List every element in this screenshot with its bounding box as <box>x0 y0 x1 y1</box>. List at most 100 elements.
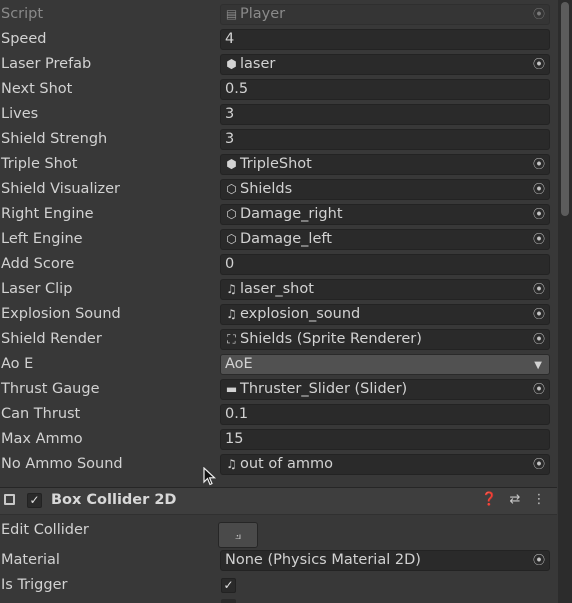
material-field[interactable]: None (Physics Material 2D) ⦿ <box>220 550 550 571</box>
value-input[interactable]: 3 <box>220 104 550 125</box>
field-label: Max Ammo <box>1 431 83 447</box>
field-value: 4 <box>225 31 235 47</box>
field-value: AoE <box>225 356 253 372</box>
object-field[interactable]: ⬡ Damage_right ⦿ <box>220 204 550 225</box>
object-picker-icon[interactable]: ⦿ <box>532 157 546 171</box>
field-value: Thruster_Slider (Slider) <box>240 381 408 397</box>
enum-dropdown[interactable]: AoE ▼ <box>220 354 550 375</box>
object-field[interactable]: ⬡ Damage_left ⦿ <box>220 229 550 250</box>
is-trigger-checkbox[interactable]: ✓ <box>221 578 236 593</box>
field-value: Damage_right <box>240 206 343 222</box>
field-row-right-engine: Right Engine ⬡ Damage_right ⦿ <box>0 202 556 227</box>
field-row-thrust-gauge: Thrust Gauge ▬ Thruster_Slider (Slider) ⦿ <box>0 377 556 402</box>
field-label: Shield Visualizer <box>1 181 120 197</box>
field-label: Ao E <box>1 356 34 372</box>
gameobject-icon: ⬡ <box>226 232 237 246</box>
is-trigger-label: Is Trigger <box>1 577 68 593</box>
object-picker-icon[interactable]: ⦿ <box>532 182 546 196</box>
gameobject-icon: ⬡ <box>226 182 237 196</box>
field-row-shield-render: Shield Render ⛶ Shields (Sprite Renderer) ⦿ <box>0 327 556 352</box>
field-value: explosion_sound <box>240 306 361 322</box>
object-picker-icon[interactable]: ⦿ <box>532 282 546 296</box>
field-label: Right Engine <box>1 206 94 222</box>
object-field[interactable]: ⛶ Shields (Sprite Renderer) ⦿ <box>220 329 550 350</box>
audio-clip-icon: ♫ <box>226 307 237 321</box>
object-picker-icon[interactable]: ⦿ <box>532 307 546 321</box>
object-picker-icon[interactable]: ⦿ <box>532 382 546 396</box>
edit-collider-row: Edit Collider <box>0 518 556 543</box>
field-row-ao-e: Ao E AoE ▼ <box>0 352 556 377</box>
object-field[interactable]: ♫ laser_shot ⦿ <box>220 279 550 300</box>
field-value: TripleShot <box>240 156 312 172</box>
value-input[interactable]: 0.5 <box>220 79 550 100</box>
field-row-lives: Lives 3 <box>0 102 556 127</box>
object-field[interactable]: ▬ Thruster_Slider (Slider) ⦿ <box>220 379 550 400</box>
value-input[interactable]: 0.1 <box>220 404 550 425</box>
field-value: 0.1 <box>225 406 249 422</box>
edit-collider-icon: ⟓ <box>234 527 242 543</box>
edit-collider-button[interactable]: ⟓ <box>218 522 258 548</box>
value-input[interactable]: 4 <box>220 29 550 50</box>
object-field[interactable]: ⬢ laser ⦿ <box>220 54 550 75</box>
field-label: Can Thrust <box>1 406 81 422</box>
material-row: Material None (Physics Material 2D) ⦿ <box>0 548 556 573</box>
sprite-renderer-icon: ⛶ <box>227 332 236 346</box>
is-trigger-row: Is Trigger ✓ <box>0 573 556 598</box>
value-input[interactable]: 15 <box>220 429 550 450</box>
field-value: 0.5 <box>225 81 249 97</box>
value-input[interactable]: 3 <box>220 129 550 150</box>
field-label: Thrust Gauge <box>1 381 100 397</box>
field-row-triple-shot: Triple Shot ⬢ TripleShot ⦿ <box>0 152 556 177</box>
object-picker-icon[interactable]: ⦿ <box>532 332 546 346</box>
field-row-script: Script ▤ Player ⦿ <box>0 2 556 27</box>
object-picker-icon[interactable]: ⦿ <box>532 457 546 471</box>
field-label: Shield Render <box>1 331 102 347</box>
field-row-speed: Speed 4 <box>0 27 556 52</box>
object-field[interactable]: ♫ out of ammo ⦿ <box>220 454 550 475</box>
field-value: laser_shot <box>240 281 314 297</box>
field-row-next-shot: Next Shot 0.5 <box>0 77 556 102</box>
field-value: 3 <box>225 106 235 122</box>
field-value: 15 <box>225 431 244 447</box>
material-label: Material <box>1 552 60 568</box>
help-icon[interactable]: ❓ <box>481 491 497 509</box>
object-picker-icon[interactable]: ⦿ <box>532 553 546 567</box>
field-label: Explosion Sound <box>1 306 121 322</box>
field-value: Damage_left <box>240 231 332 247</box>
vertical-scrollbar[interactable] <box>558 0 572 603</box>
value-input[interactable]: 0 <box>220 254 550 275</box>
object-picker-icon[interactable]: ⦿ <box>532 207 546 221</box>
mouse-cursor-icon <box>203 467 217 486</box>
object-picker-icon[interactable]: ⦿ <box>532 57 546 71</box>
scrollbar-thumb[interactable] <box>561 2 569 216</box>
component-header-box-collider-2d[interactable]: ✓ Box Collider 2D ❓ ⇄ ⋮ <box>0 487 557 515</box>
field-row-explosion-sound: Explosion Sound ♫ explosion_sound ⦿ <box>0 302 556 327</box>
field-row-shield-strengh: Shield Strengh 3 <box>0 127 556 152</box>
presets-icon[interactable]: ⇄ <box>507 491 523 509</box>
material-value: None (Physics Material 2D) <box>225 552 421 568</box>
prefab-icon: ⬢ <box>226 157 237 171</box>
next-checkbox-partial[interactable] <box>221 599 236 603</box>
field-value: 3 <box>225 131 235 147</box>
field-label: No Ammo Sound <box>1 456 123 472</box>
field-label: Add Score <box>1 256 75 272</box>
chevron-down-icon: ▼ <box>534 360 542 371</box>
field-label: Triple Shot <box>1 156 78 172</box>
kebab-menu-icon[interactable]: ⋮ <box>531 491 547 509</box>
inspector-panel: Script ▤ Player ⦿ Speed 4 Laser Prefab ⬢ laser ⦿ N… <box>0 0 558 603</box>
field-label: Lives <box>1 106 39 122</box>
object-field[interactable]: ♫ explosion_sound ⦿ <box>220 304 550 325</box>
field-row-add-score: Add Score 0 <box>0 252 556 277</box>
object-field[interactable]: ⬢ TripleShot ⦿ <box>220 154 550 175</box>
fold-toggle-icon[interactable] <box>4 494 15 505</box>
component-enabled-checkbox[interactable]: ✓ <box>27 493 42 508</box>
field-value: Shields (Sprite Renderer) <box>240 331 422 347</box>
field-row-no-ammo-sound: No Ammo Sound ♫ out of ammo ⦿ <box>0 452 556 477</box>
field-row-shield-visualizer: Shield Visualizer ⬡ Shields ⦿ <box>0 177 556 202</box>
object-picker-icon[interactable]: ⦿ <box>532 232 546 246</box>
field-label: Laser Clip <box>1 281 73 297</box>
component-title: Box Collider 2D <box>51 492 177 508</box>
field-value: laser <box>240 56 276 72</box>
object-field[interactable]: ⬡ Shields ⦿ <box>220 179 550 200</box>
field-value: Shields <box>240 181 293 197</box>
